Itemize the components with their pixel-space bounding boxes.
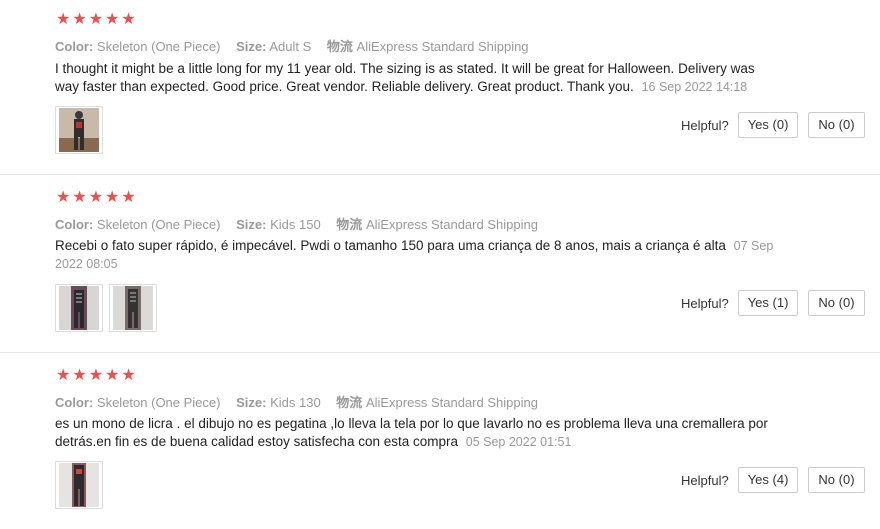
shipping-label: 物流 xyxy=(326,39,353,54)
star-icon: ★ xyxy=(72,11,87,28)
star-icon: ★ xyxy=(88,11,104,28)
review-body: Recebi o fato super rápido, é impecável.… xyxy=(55,238,726,253)
star-icon: ★ xyxy=(105,189,120,206)
color-label: Color: xyxy=(55,395,94,410)
helpful-controls: Helpful? Yes (4) No (0) xyxy=(681,467,875,493)
review-attributes: Color: Skeleton (One Piece) Size: Kids 1… xyxy=(55,214,538,233)
review-item: ★ ★ ★ ★ ★ Color: Skeleton (One Piece) Size: … xyxy=(0,0,880,175)
helpful-yes-button[interactable]: Yes (0) xyxy=(737,112,799,138)
helpful-no-button[interactable]: No (0) xyxy=(808,467,865,493)
color-value: Skeleton (One Piece) xyxy=(96,39,221,54)
photo-image xyxy=(113,286,153,330)
size-label: Size: xyxy=(236,39,267,54)
star-icon: ★ xyxy=(105,367,120,384)
helpful-no-button[interactable]: No (0) xyxy=(808,112,865,138)
review-photo-thumbnail[interactable] xyxy=(109,284,157,332)
shipping-value: AliExpress Standard Shipping xyxy=(365,395,538,410)
review-attributes: Color: Skeleton (One Piece) Size: Adult … xyxy=(55,36,529,55)
helpful-controls: Helpful? Yes (0) No (0) xyxy=(681,112,875,138)
helpful-yes-button[interactable]: Yes (1) xyxy=(737,290,799,316)
star-rating: ★ ★ ★ ★ ★ xyxy=(56,12,136,28)
star-icon: ★ xyxy=(121,367,136,384)
star-icon: ★ xyxy=(105,11,120,28)
color-label: Color: xyxy=(55,217,94,232)
shipping-label: 物流 xyxy=(336,395,363,410)
review-photo-thumbnail[interactable] xyxy=(55,284,103,332)
review-date: 16 Sep 2022 14:18 xyxy=(641,80,748,94)
star-rating: ★ ★ ★ ★ ★ xyxy=(56,190,136,206)
review-item: ★ ★ ★ ★ ★ Color: Skeleton (One Piece) Size: … xyxy=(0,353,880,529)
color-value: Skeleton (One Piece) xyxy=(96,217,221,232)
review-item: ★ ★ ★ ★ ★ Color: Skeleton (One Piece) Size: … xyxy=(0,175,880,353)
review-body: es un mono de licra . el dibujo no es pe… xyxy=(55,416,768,449)
size-label: Size: xyxy=(236,395,267,410)
photo-image xyxy=(59,108,99,152)
star-icon: ★ xyxy=(121,189,136,206)
star-icon: ★ xyxy=(121,11,136,28)
star-icon: ★ xyxy=(88,367,104,384)
review-photos xyxy=(55,106,103,154)
size-value: Kids 130 xyxy=(270,395,321,410)
helpful-yes-button[interactable]: Yes (4) xyxy=(737,467,799,493)
review-date: 05 Sep 2022 01:51 xyxy=(465,435,572,449)
star-icon: ★ xyxy=(72,367,87,384)
star-icon: ★ xyxy=(56,189,71,206)
helpful-label: Helpful? xyxy=(681,472,729,488)
helpful-label: Helpful? xyxy=(681,295,729,311)
color-value: Skeleton (One Piece) xyxy=(96,395,221,410)
shipping-value: AliExpress Standard Shipping xyxy=(356,39,529,54)
shipping-label: 物流 xyxy=(336,217,363,232)
review-text: I thought it might be a little long for … xyxy=(55,60,775,96)
review-text: Recebi o fato super rápido, é impecável.… xyxy=(55,237,775,273)
star-icon: ★ xyxy=(72,189,87,206)
photo-image xyxy=(59,463,99,507)
star-icon: ★ xyxy=(56,11,71,28)
size-value: Adult S xyxy=(269,39,312,54)
star-icon: ★ xyxy=(88,189,104,206)
helpful-controls: Helpful? Yes (1) No (0) xyxy=(681,290,875,316)
helpful-label: Helpful? xyxy=(681,117,729,133)
photo-image xyxy=(59,286,99,330)
star-icon: ★ xyxy=(56,367,71,384)
review-photo-thumbnail[interactable] xyxy=(55,461,103,509)
size-label: Size: xyxy=(236,217,267,232)
review-text: es un mono de licra . el dibujo no es pe… xyxy=(55,415,775,451)
star-rating: ★ ★ ★ ★ ★ xyxy=(56,368,136,384)
color-label: Color: xyxy=(55,39,94,54)
review-photos xyxy=(55,461,103,509)
helpful-no-button[interactable]: No (0) xyxy=(808,290,865,316)
review-photo-thumbnail[interactable] xyxy=(55,106,103,154)
review-attributes: Color: Skeleton (One Piece) Size: Kids 1… xyxy=(55,392,538,411)
size-value: Kids 150 xyxy=(270,217,321,232)
review-photos xyxy=(55,284,157,332)
shipping-value: AliExpress Standard Shipping xyxy=(365,217,538,232)
